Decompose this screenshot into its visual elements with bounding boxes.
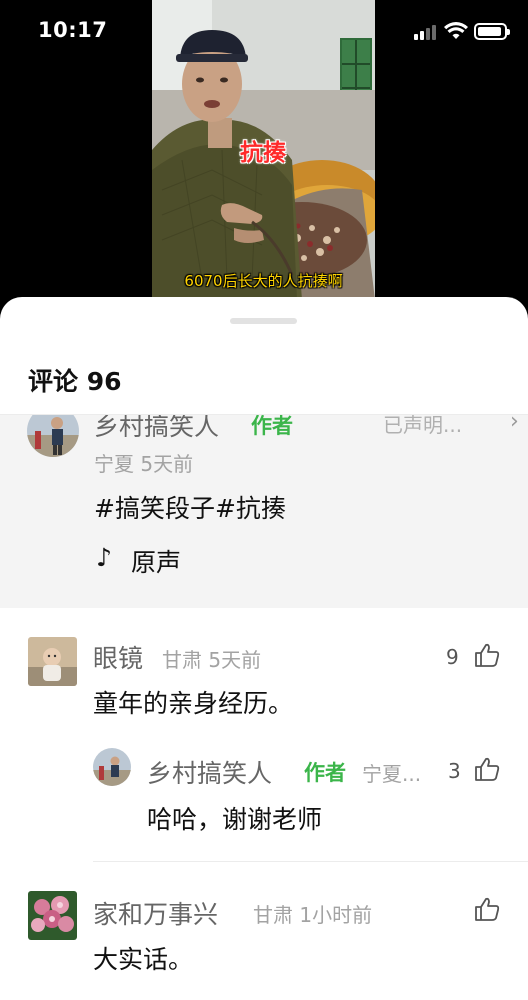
commenter-name[interactable]: 眼镜 [93,639,143,675]
author-badge: 作者 [251,415,293,438]
commenter-name[interactable]: 家和万事兴 [93,895,218,931]
sound-label[interactable]: 原声 [131,543,181,579]
divider [93,861,528,862]
chevron-right-icon[interactable]: › [510,415,519,434]
commenter-avatar[interactable] [28,891,77,940]
sheet-drag-handle[interactable] [230,318,297,324]
video-tag-text: 抗揍 [240,140,286,166]
author-badge: 作者 [304,761,346,785]
comment-meta: 甘肃 5天前 [162,648,262,672]
cellular-signal-icon [414,24,440,40]
thumbs-up-icon[interactable] [474,896,500,922]
status-time: 10:17 [38,18,108,42]
author-name[interactable]: 乡村搞笑人 [94,415,219,443]
reply-text[interactable]: 哈哈，谢谢老师 [147,800,322,836]
post-meta: 宁夏 5天前 [94,452,194,476]
author-post-card[interactable]: 乡村搞笑人 作者 已声明... › 宁夏 5天前 #搞笑段子#抗揍 ♪ 原声 [0,415,528,608]
thumbs-up-icon[interactable] [474,756,500,782]
commenter-avatar[interactable] [28,637,77,686]
comment-text[interactable]: 大实话。 [93,940,193,976]
comments-sheet: 评论 96 乡村搞笑人 作者 已声明... › 宁夏 5天前 #搞笑段子#抗揍 … [0,297,528,1000]
reply-meta: 宁夏... [362,762,422,786]
thumbs-up-icon[interactable] [474,642,500,668]
wifi-icon [444,22,468,39]
music-note-icon: ♪ [96,543,112,572]
battery-level [478,27,501,36]
comments-title: 评论 96 [28,367,122,396]
video-caption: 6070后长大的人抗揍啊 [184,272,343,290]
like-count: 9 [446,645,459,669]
post-text[interactable]: #搞笑段子#抗揍 [94,489,286,525]
comment-text[interactable]: 童年的亲身经历。 [93,684,293,720]
like-count: 3 [448,759,461,783]
battery-icon [474,23,510,40]
declaration-status[interactable]: 已声明... [383,415,462,438]
reply-author-name[interactable]: 乡村搞笑人 [147,754,272,790]
author-avatar[interactable] [27,415,79,457]
reply-author-avatar[interactable] [93,748,131,786]
status-bar: 10:17 [0,0,528,62]
comment-meta: 甘肃 1小时前 [253,903,373,927]
